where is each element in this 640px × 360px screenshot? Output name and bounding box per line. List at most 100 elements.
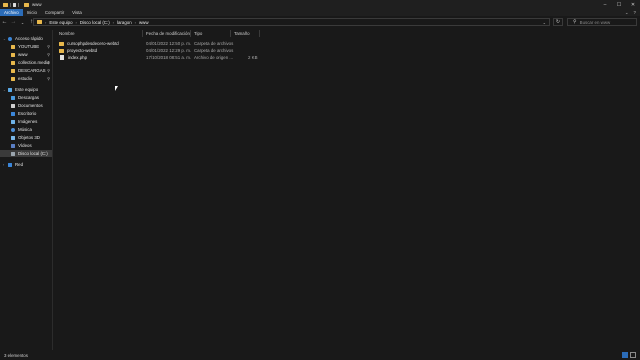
music-icon	[11, 127, 15, 132]
chevron-right-icon[interactable]: ›	[76, 20, 77, 25]
nav-item-collection-media[interactable]: collection.media ⚲	[0, 59, 52, 66]
file-size: 2 KB	[248, 55, 258, 60]
file-type: Carpeta de archivos	[194, 41, 234, 46]
maximize-button[interactable]: ☐	[612, 0, 626, 9]
separator	[18, 2, 19, 7]
desktop-icon	[11, 111, 15, 116]
pictures-icon	[11, 119, 15, 124]
column-divider[interactable]	[142, 30, 143, 37]
search-icon: ⚲	[573, 19, 577, 25]
tab-inicio[interactable]: Inicio	[23, 9, 41, 16]
php-file-icon	[60, 55, 64, 60]
breadcrumb-disco-local[interactable]: Disco local (C:)	[80, 20, 110, 25]
breadcrumb-laragon[interactable]: laragon	[117, 20, 132, 25]
nav-label: Escritorio	[18, 111, 37, 116]
search-input[interactable]: Buscar en www	[580, 20, 611, 25]
nav-label: estudio	[18, 76, 33, 81]
title-bar: www – ☐ ✕	[0, 0, 640, 9]
minimize-button[interactable]: –	[598, 0, 612, 9]
nav-item-www[interactable]: www ⚲	[0, 51, 52, 58]
nav-item-musica[interactable]: Música	[0, 126, 52, 133]
chevron-right-icon[interactable]: ›	[135, 20, 136, 25]
tab-vista[interactable]: Vista	[68, 9, 86, 16]
chevron-down-icon[interactable]: ⌄	[3, 37, 6, 41]
column-divider[interactable]	[230, 30, 231, 37]
nav-label: Este equipo	[15, 87, 39, 92]
search-box[interactable]: ⚲ Buscar en www	[567, 18, 637, 26]
file-row[interactable]: proyecto-webtd 04/01/2022 12:29 p. m. Ca…	[57, 47, 262, 54]
chevron-right-icon[interactable]: ›	[45, 20, 46, 25]
nav-network[interactable]: › Red	[0, 161, 52, 168]
nav-item-descargas[interactable]: Descargas	[0, 94, 52, 101]
column-header-size[interactable]: Tamaño	[234, 30, 250, 37]
ribbon-right: ⌄ ?	[625, 9, 636, 16]
nav-label: Vídeos	[18, 143, 32, 148]
navigation-pane: ⌄ Acceso rápido YOUTUBE ⚲ www ⚲ collecti…	[0, 30, 53, 350]
column-header-name[interactable]: Nombre	[59, 30, 75, 37]
drive-icon	[11, 151, 15, 156]
nav-item-objetos-3d[interactable]: Objetos 3D	[0, 134, 52, 141]
nav-label: Descargas	[18, 95, 39, 100]
nav-item-disco-local[interactable]: Disco local (C:)	[0, 150, 52, 157]
back-button[interactable]: ←	[0, 16, 9, 28]
tab-archivo[interactable]: Archivo	[0, 9, 23, 16]
nav-item-estudio[interactable]: estudio ⚲	[0, 75, 52, 82]
nav-this-pc[interactable]: ⌄ Este equipo	[0, 86, 52, 93]
pin-icon: ⚲	[47, 60, 50, 65]
address-bar[interactable]: › Este equipo › Disco local (C:) › larag…	[33, 18, 550, 26]
column-header-date[interactable]: Fecha de modificación	[146, 30, 190, 37]
nav-item-escritorio[interactable]: Escritorio	[0, 110, 52, 117]
pin-icon: ⚲	[47, 52, 50, 57]
video-icon	[11, 143, 15, 148]
file-name: cursophpdesdecero-webtd	[67, 41, 119, 46]
pin-icon: ⚲	[47, 68, 50, 73]
nav-label: www	[18, 52, 28, 57]
nav-item-documentos[interactable]: Documentos	[0, 102, 52, 109]
new-folder-icon[interactable]	[24, 2, 29, 7]
nav-item-youtube[interactable]: YOUTUBE ⚲	[0, 43, 52, 50]
close-button[interactable]: ✕	[626, 0, 640, 9]
nav-item-videos[interactable]: Vídeos	[0, 142, 52, 149]
ribbon-tabs: Archivo Inicio Compartir Vista ⌄ ?	[0, 9, 640, 16]
column-divider[interactable]	[259, 30, 260, 37]
file-name-cell: index.php	[60, 54, 87, 61]
tab-compartir[interactable]: Compartir	[41, 9, 68, 16]
file-row[interactable]: index.php 17/10/2018 08:51 a. m. Archivo…	[57, 54, 262, 61]
folder-icon	[11, 60, 15, 65]
properties-icon[interactable]	[13, 2, 16, 7]
file-row[interactable]: cursophpdesdecero-webtd 04/01/2022 12:50…	[57, 40, 262, 47]
forward-button[interactable]: →	[9, 16, 18, 28]
item-count: 3 elementos	[4, 352, 28, 358]
breadcrumb-este-equipo[interactable]: Este equipo	[49, 20, 72, 25]
help-icon[interactable]: ?	[634, 10, 636, 15]
chevron-down-icon[interactable]: ⌄	[3, 88, 6, 92]
nav-label: Objetos 3D	[18, 135, 40, 140]
status-bar: 3 elementos	[0, 350, 640, 360]
separator	[10, 2, 11, 7]
folder-icon	[11, 76, 15, 81]
folder-icon	[11, 52, 15, 57]
view-buttons	[622, 352, 636, 358]
nav-item-imagenes[interactable]: Imágenes	[0, 118, 52, 125]
star-icon	[8, 36, 12, 41]
window-controls: – ☐ ✕	[598, 0, 640, 9]
nav-item-descargas-pinned[interactable]: DESCARGAS ⚲	[0, 67, 52, 74]
refresh-button[interactable]: ↻	[553, 18, 563, 26]
chevron-right-icon[interactable]: ›	[113, 20, 114, 25]
computer-icon	[8, 87, 12, 92]
pin-icon: ⚲	[47, 44, 50, 49]
large-icons-view-icon[interactable]	[630, 352, 636, 358]
file-name-cell: proyecto-webtd	[59, 47, 97, 54]
network-icon	[8, 162, 12, 167]
chevron-down-icon[interactable]: ⌄	[543, 20, 546, 25]
recent-locations-button[interactable]: ⌄	[18, 16, 27, 28]
breadcrumb-www[interactable]: www	[139, 20, 149, 25]
nav-label: Música	[18, 127, 32, 132]
column-divider[interactable]	[190, 30, 191, 37]
chevron-right-icon[interactable]: ›	[3, 163, 4, 167]
mouse-cursor-icon	[115, 86, 118, 91]
expand-ribbon-icon[interactable]: ⌄	[625, 10, 629, 16]
column-header-type[interactable]: Tipo	[194, 30, 202, 37]
details-view-icon[interactable]	[622, 352, 628, 358]
nav-quick-access[interactable]: ⌄ Acceso rápido	[0, 35, 52, 42]
